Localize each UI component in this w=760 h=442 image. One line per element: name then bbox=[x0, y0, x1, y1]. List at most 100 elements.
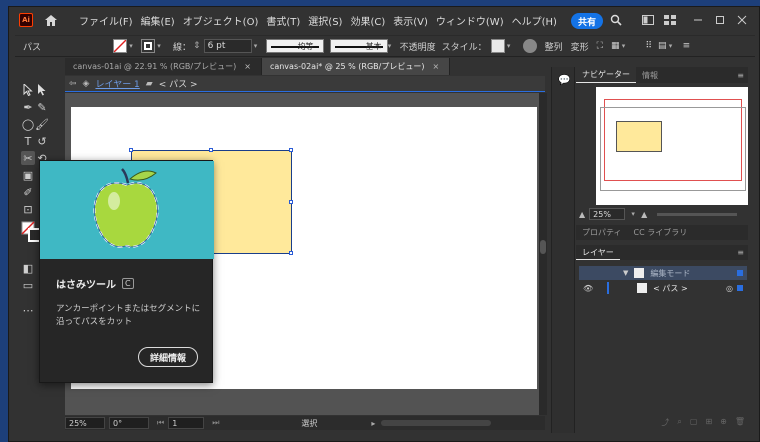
artboard-field[interactable]: 1 bbox=[168, 417, 205, 429]
learn-more-button[interactable]: 詳細情報 bbox=[138, 347, 198, 367]
chevron-down-icon[interactable]: ▾ bbox=[505, 42, 513, 50]
export-icon[interactable]: ⤴ bbox=[661, 417, 669, 429]
home-icon[interactable] bbox=[43, 13, 59, 27]
maximize-icon[interactable] bbox=[713, 13, 727, 27]
tab-layers[interactable]: レイヤー bbox=[576, 245, 620, 260]
tab-info[interactable]: 情報 bbox=[636, 67, 664, 83]
paintbrush-tool-icon[interactable]: 🖌 bbox=[35, 117, 49, 131]
menu-window[interactable]: ウィンドウ(W) bbox=[432, 13, 508, 28]
share-button[interactable]: 共有 bbox=[571, 13, 603, 29]
pen-tool-icon[interactable]: ✒ bbox=[21, 100, 35, 114]
close-icon[interactable] bbox=[735, 13, 749, 27]
chevron-down-icon[interactable]: ▾ bbox=[629, 210, 637, 218]
recolor-icon[interactable] bbox=[522, 39, 537, 53]
target-icon[interactable]: ◎ bbox=[726, 284, 733, 293]
back-arrow-icon[interactable]: ⇦ bbox=[69, 79, 77, 89]
more-options-icon[interactable]: ≡ bbox=[683, 41, 691, 51]
chevron-down-icon[interactable]: ▾ bbox=[127, 42, 135, 50]
anchor-handle[interactable] bbox=[289, 251, 293, 255]
panel-menu-icon[interactable]: ≡ bbox=[737, 248, 744, 257]
chevron-down-icon[interactable]: ▾ bbox=[155, 42, 163, 50]
menu-help[interactable]: ヘルプ(H) bbox=[508, 13, 561, 28]
menu-type[interactable]: 書式(T) bbox=[262, 13, 304, 28]
chevron-down-icon[interactable]: ▾ bbox=[667, 42, 675, 50]
last-artboard-icon[interactable]: ⏭ bbox=[212, 418, 219, 428]
shape-builder-tool-icon[interactable]: ▣ bbox=[21, 168, 35, 182]
opacity-label[interactable]: 不透明度 bbox=[400, 40, 436, 53]
arrange-docs-icon[interactable] bbox=[663, 13, 677, 27]
anchor-handle[interactable] bbox=[129, 148, 133, 152]
type-tool-icon[interactable]: T bbox=[21, 134, 35, 148]
curvature-tool-icon[interactable]: ✎ bbox=[35, 100, 49, 114]
layer-row-isolation[interactable]: ▼ 編集モード bbox=[579, 266, 747, 280]
scrollbar-thumb[interactable] bbox=[540, 240, 546, 254]
breadcrumb-layer[interactable]: レイヤー 1 bbox=[95, 77, 139, 90]
chevron-down-icon[interactable]: ▾ bbox=[252, 42, 260, 50]
align-label[interactable]: 整列 bbox=[545, 40, 563, 53]
anchor-handle[interactable] bbox=[289, 148, 293, 152]
panel-options-icon[interactable]: ▤ bbox=[658, 41, 667, 51]
stepper-icon[interactable]: ⇕ bbox=[193, 41, 201, 51]
status-arrow-icon[interactable]: ▸ bbox=[371, 419, 375, 428]
selection-tool-icon[interactable] bbox=[21, 83, 35, 97]
new-layer-icon[interactable]: ⊕ bbox=[720, 417, 727, 429]
stroke-weight-field[interactable]: 6 pt bbox=[203, 39, 252, 53]
rotation-field[interactable]: 0° bbox=[109, 417, 149, 429]
clip-icon[interactable]: ▢ bbox=[690, 417, 698, 429]
artboard-tool-icon[interactable]: ⊡ bbox=[21, 202, 35, 216]
transform-label[interactable]: 変形 bbox=[571, 40, 589, 53]
horizontal-scrollbar[interactable] bbox=[381, 420, 492, 426]
locate-icon[interactable]: ⌕ bbox=[677, 417, 681, 429]
tab-cc-libraries[interactable]: CC ライブラリ bbox=[628, 227, 694, 238]
chevron-down-icon[interactable]: ▼ bbox=[623, 269, 628, 277]
first-artboard-icon[interactable]: ⏮ bbox=[157, 418, 164, 428]
close-icon[interactable]: × bbox=[432, 62, 439, 71]
anchor-handle[interactable] bbox=[209, 148, 213, 152]
minimize-icon[interactable] bbox=[691, 13, 705, 27]
tab-canvas-02[interactable]: canvas-02ai* @ 25 % (RGB/プレビュー) × bbox=[261, 58, 451, 75]
envelope-icon[interactable]: ▦ bbox=[611, 41, 620, 51]
rotate-tool-icon[interactable]: ↺ bbox=[35, 134, 49, 148]
selection-indicator[interactable] bbox=[737, 285, 743, 291]
delete-icon[interactable]: 🗑 bbox=[735, 417, 745, 429]
zoom-out-icon[interactable]: ▲ bbox=[579, 210, 585, 219]
direct-selection-tool-icon[interactable] bbox=[35, 83, 49, 97]
new-sublayer-icon[interactable]: ⊞ bbox=[705, 417, 712, 429]
menu-effect[interactable]: 効果(C) bbox=[346, 13, 389, 28]
menu-select[interactable]: 選択(S) bbox=[304, 13, 346, 28]
navigator-preview[interactable] bbox=[596, 87, 748, 205]
selection-indicator[interactable] bbox=[737, 270, 743, 276]
ellipse-tool-icon[interactable]: ◯ bbox=[21, 117, 35, 131]
close-icon[interactable]: × bbox=[244, 62, 251, 71]
zoom-in-icon[interactable]: ▲ bbox=[641, 210, 647, 219]
arrange-icon[interactable]: ⠿ bbox=[645, 41, 652, 51]
tab-canvas-01[interactable]: canvas-01ai @ 22.91 % (RGB/プレビュー) × bbox=[65, 58, 262, 75]
nav-zoom-field[interactable]: 25% bbox=[589, 208, 626, 220]
menu-file[interactable]: ファイル(F) bbox=[75, 13, 137, 28]
tab-navigator[interactable]: ナビゲーター bbox=[576, 67, 636, 83]
stroke-swatch[interactable] bbox=[141, 39, 155, 53]
tool-status[interactable]: 選択 bbox=[301, 418, 317, 429]
anchor-handle[interactable] bbox=[289, 200, 293, 204]
draw-mode-icon[interactable]: ◧ bbox=[21, 261, 35, 275]
panel-menu-icon[interactable]: ≡ bbox=[737, 71, 744, 80]
isolate-icon[interactable]: ⛶ bbox=[597, 41, 603, 51]
eyedropper-tool-icon[interactable]: ✐ bbox=[21, 185, 35, 199]
comment-icon[interactable]: 💬 bbox=[558, 75, 570, 86]
tab-properties[interactable]: プロパティ bbox=[576, 227, 628, 238]
eye-icon[interactable]: 👁 bbox=[583, 284, 593, 293]
zoom-slider[interactable] bbox=[657, 212, 738, 216]
menu-object[interactable]: オブジェクト(O) bbox=[179, 13, 263, 28]
screen-mode-icon[interactable]: ▭ bbox=[21, 278, 35, 292]
workspace-icon[interactable] bbox=[641, 13, 655, 27]
search-icon[interactable] bbox=[609, 13, 623, 27]
menu-view[interactable]: 表示(V) bbox=[389, 13, 432, 28]
fill-swatch[interactable] bbox=[113, 39, 127, 53]
more-tools-icon[interactable]: ⋯ bbox=[21, 303, 35, 317]
profile-preview[interactable] bbox=[265, 39, 324, 53]
zoom-field[interactable]: 25% bbox=[65, 417, 105, 429]
chevron-down-icon[interactable]: ▾ bbox=[619, 42, 627, 50]
graphic-style-swatch[interactable] bbox=[490, 39, 505, 53]
layer-row-path[interactable]: 👁 < パス > ◎ bbox=[579, 281, 747, 295]
scissors-tool-icon[interactable]: ✂ bbox=[21, 151, 35, 165]
